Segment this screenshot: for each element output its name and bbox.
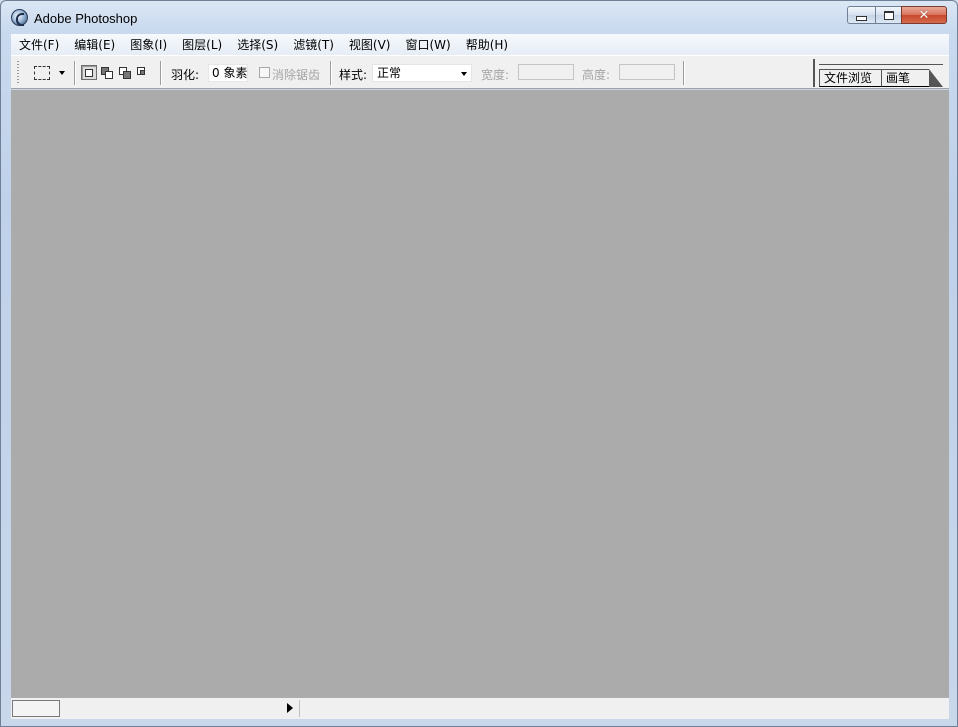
- status-bar: [11, 698, 949, 719]
- height-label: 高度:: [582, 68, 611, 82]
- toolbar-separator: [683, 61, 684, 85]
- maximize-icon: [883, 10, 894, 20]
- menu-file[interactable]: 文件(F): [11, 35, 66, 55]
- tool-preset-dropdown-arrow-icon[interactable]: [59, 71, 65, 75]
- photoshop-app-icon[interactable]: [11, 9, 28, 26]
- menu-select[interactable]: 选择(S): [229, 35, 285, 55]
- tool-options-bar: 羽化: 0 象素 消除锯齿 样式: 正常 宽度: 高度: 文件浏览 画笔: [11, 55, 949, 89]
- tab-file-browser[interactable]: 文件浏览: [819, 69, 883, 87]
- status-separator: [299, 700, 300, 717]
- add-to-selection-button[interactable]: [99, 65, 115, 80]
- width-input[interactable]: [518, 64, 574, 80]
- minimize-icon: [856, 15, 867, 21]
- style-select-value: 正常: [377, 66, 402, 80]
- maximize-button[interactable]: [875, 6, 901, 24]
- menu-filter[interactable]: 滤镜(T): [285, 35, 341, 55]
- window-controls: ✕: [847, 6, 947, 25]
- subtract-from-selection-button[interactable]: [117, 65, 133, 80]
- menu-window[interactable]: 窗口(W): [397, 35, 457, 55]
- new-selection-icon: [85, 69, 93, 77]
- menu-image[interactable]: 图象(I): [122, 35, 174, 55]
- tab-brushes[interactable]: 画笔: [881, 69, 943, 87]
- title-bar[interactable]: Adobe Photoshop ✕: [1, 1, 957, 33]
- menu-layer[interactable]: 图层(L): [174, 35, 229, 55]
- style-select[interactable]: 正常: [372, 64, 472, 82]
- close-button[interactable]: ✕: [901, 6, 947, 24]
- width-label: 宽度:: [481, 68, 510, 82]
- feather-label: 羽化:: [171, 68, 200, 82]
- antialias-label: 消除锯齿: [272, 68, 321, 82]
- chevron-down-icon: [461, 72, 467, 76]
- new-selection-button[interactable]: [81, 65, 97, 80]
- menu-view[interactable]: 视图(V): [341, 35, 398, 55]
- photoshop-window: Adobe Photoshop ✕ 文件(F) 编辑(E) 图象(I) 图层(L…: [0, 0, 958, 727]
- window-title: Adobe Photoshop: [34, 11, 138, 26]
- height-input[interactable]: [619, 64, 675, 80]
- menu-edit[interactable]: 编辑(E): [66, 35, 122, 55]
- toolbar-separator: [330, 61, 331, 85]
- minimize-button[interactable]: [847, 6, 875, 24]
- workspace-canvas-area[interactable]: [11, 90, 949, 698]
- style-label: 样式:: [339, 68, 368, 82]
- menu-bar: 文件(F) 编辑(E) 图象(I) 图层(L) 选择(S) 滤镜(T) 视图(V…: [11, 34, 949, 55]
- toolbar-grip-handle[interactable]: [17, 61, 19, 85]
- palette-well: 文件浏览 画笔: [813, 59, 949, 87]
- antialias-checkbox[interactable]: [259, 67, 270, 78]
- intersect-selection-button[interactable]: [135, 65, 151, 80]
- close-icon: ✕: [918, 7, 930, 23]
- toolbar-separator: [74, 61, 75, 85]
- zoom-level-field[interactable]: [12, 700, 60, 717]
- toolbar-separator: [160, 61, 161, 85]
- feather-input[interactable]: 0 象素: [208, 64, 248, 82]
- rectangular-marquee-icon[interactable]: [34, 66, 50, 80]
- status-menu-arrow-icon[interactable]: [287, 703, 293, 713]
- menu-help[interactable]: 帮助(H): [458, 35, 515, 55]
